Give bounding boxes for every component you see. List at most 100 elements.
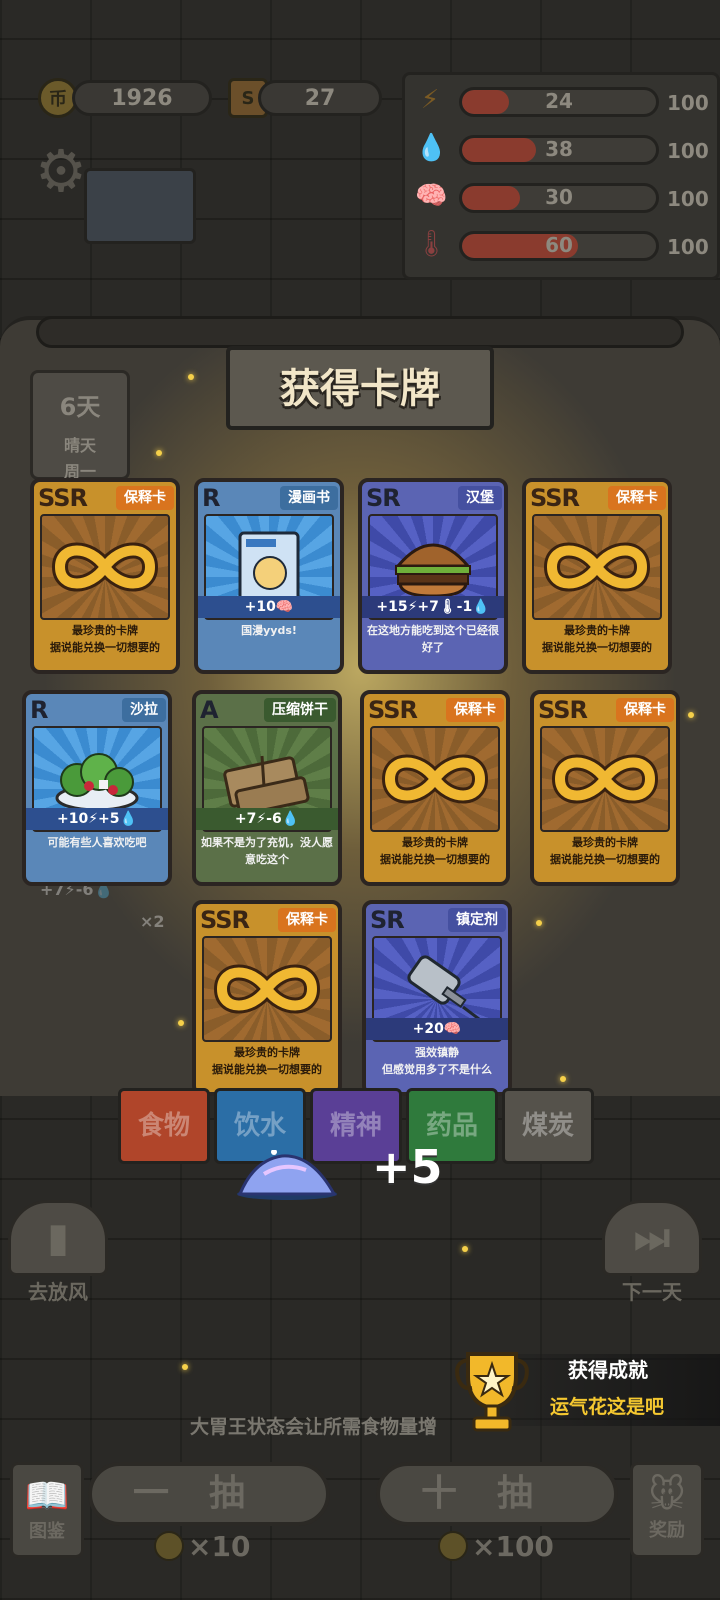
go-out-button[interactable]: ▮ 去放风: [8, 1200, 108, 1304]
tab-coal[interactable]: 煤炭: [502, 1088, 594, 1164]
card-rarity: SSR: [368, 696, 418, 724]
temperature-max: 100: [667, 235, 709, 259]
book-icon: 📖: [24, 1476, 70, 1517]
card-name-tag: 保释卡: [608, 486, 666, 510]
stat-row-energy: ⚡ 24 100: [415, 81, 715, 121]
card-rarity: SSR: [530, 484, 580, 512]
reward-card[interactable]: SSR 保释卡最珍贵的卡牌 据说能兑换一切想要的: [530, 690, 680, 886]
coin-icon: [438, 1531, 468, 1561]
card-description: 最珍贵的卡牌 据说能兑换一切想要的: [50, 624, 160, 654]
infinity-icon: [532, 514, 662, 620]
settings-gear-icon[interactable]: ⚙: [30, 140, 92, 202]
card-description: 最珍贵的卡牌 据说能兑换一切想要的: [380, 836, 490, 866]
day-count: 6天: [59, 393, 101, 421]
card-name-tag: 保释卡: [616, 698, 674, 722]
water-value: 38: [545, 137, 573, 161]
hint-text: 大胃王状态会让所需食物量增: [190, 1416, 438, 1438]
card-effect: +15⚡+7🌡-1💧: [362, 596, 504, 618]
sparkle: [178, 1020, 184, 1026]
card-effect: +20🧠: [366, 1018, 508, 1040]
achievement-name: 运气花这是吧: [550, 1396, 665, 1418]
infinity-icon: [40, 514, 170, 620]
card-name-tag: 保释卡: [116, 486, 174, 510]
card-description: 在这地方能吃到这个已经很好了: [367, 624, 499, 654]
left-multiplier: ×2: [140, 912, 165, 931]
card-rarity: SR: [366, 484, 401, 512]
codex-label: 图鉴: [29, 1521, 65, 1542]
sparkle: [182, 1364, 188, 1370]
card-description: 最珍贵的卡牌 据说能兑换一切想要的: [212, 1046, 322, 1076]
card-effect: +10🧠: [198, 596, 340, 618]
sparkle: [462, 1246, 468, 1252]
reward-card[interactable]: SSR 保释卡最珍贵的卡牌 据说能兑换一切想要的: [522, 478, 672, 674]
reward-card[interactable]: SR 汉堡 +15⚡+7🌡-1💧 在这地方能吃到这个已经很好了: [358, 478, 508, 674]
panel-title: 获得卡牌: [280, 365, 440, 412]
door-icon: ▮: [8, 1200, 108, 1276]
coin-icon: [154, 1531, 184, 1561]
reward-card[interactable]: SR 镇定剂 +20🧠 强效镇静 但感觉用多了不是什么: [362, 900, 512, 1096]
achievement-title: 获得成就: [568, 1358, 648, 1382]
card-description: 强效镇静 但感觉用多了不是什么: [382, 1046, 492, 1076]
single-draw-button[interactable]: 一抽: [88, 1462, 330, 1526]
mind-max: 100: [667, 187, 709, 211]
mouse-icon: 🐭: [648, 1475, 686, 1516]
tab-food[interactable]: 食物: [118, 1088, 210, 1164]
card-name-tag: 沙拉: [122, 698, 166, 722]
brain-icon: 🧠: [415, 181, 448, 211]
ten-draw-button[interactable]: 十抽: [376, 1462, 618, 1526]
reward-amount: +5: [372, 1140, 443, 1194]
card-effect: +7⚡-6💧: [196, 808, 338, 830]
reward-card[interactable]: SSR 保释卡最珍贵的卡牌 据说能兑换一切想要的: [360, 690, 510, 886]
reward-card[interactable]: SSR 保释卡最珍贵的卡牌 据说能兑换一切想要的: [192, 900, 342, 1096]
reward-card[interactable]: R 沙拉 +10⚡+5💧 可能有些人喜欢吃吧: [22, 690, 172, 886]
card-description: 如果不是为了充饥，没人愿意吃这个: [201, 836, 333, 866]
next-day-button[interactable]: ⏭ 下一天: [602, 1200, 702, 1304]
infinity-icon: [370, 726, 500, 832]
ten-draw-cost: ×100: [438, 1528, 554, 1564]
crystal-pile-icon: [237, 1150, 337, 1200]
card-name-tag: 汉堡: [458, 486, 502, 510]
card-rarity: SSR: [38, 484, 88, 512]
codex-button[interactable]: 📖 图鉴: [10, 1462, 84, 1558]
prisoner-avatar[interactable]: [84, 168, 196, 244]
reward-card[interactable]: SSR 保释卡最珍贵的卡牌 据说能兑换一切想要的: [30, 478, 180, 674]
reward-card[interactable]: A 压缩饼干 +7⚡-6💧 如果不是为了充饥，没人愿意吃这个: [192, 690, 342, 886]
card-rarity: SSR: [538, 696, 588, 724]
card-description: 可能有些人喜欢吃吧: [47, 836, 147, 849]
card-rarity: SR: [370, 906, 405, 934]
card-name-tag: 保释卡: [278, 908, 336, 932]
day-card: 6天 晴天 周一: [30, 370, 130, 481]
single-draw-cost-value: ×10: [188, 1529, 251, 1563]
sparkle: [156, 450, 162, 456]
card-rarity: SSR: [200, 906, 250, 934]
reward-card[interactable]: R 漫画书 +10🧠 国漫yyds!: [194, 478, 344, 674]
card-rarity: R: [30, 696, 49, 724]
card-description: 最珍贵的卡牌 据说能兑换一切想要的: [542, 624, 652, 654]
temperature-value: 60: [545, 233, 573, 257]
skip-forward-icon: ⏭: [602, 1200, 702, 1276]
card-name-tag: 镇定剂: [448, 908, 506, 932]
single-draw-cost: ×10: [154, 1528, 250, 1564]
water-drop-icon: 💧: [415, 133, 448, 163]
coin-counter: 1926: [72, 80, 212, 116]
sparkle: [688, 712, 694, 718]
infinity-icon: [540, 726, 670, 832]
water-max: 100: [667, 139, 709, 163]
card-effect: +10⚡+5💧: [26, 808, 168, 830]
ten-draw-cost-value: ×100: [472, 1529, 554, 1563]
rewards-button[interactable]: 🐭 奖励: [630, 1462, 704, 1558]
mind-value: 30: [545, 185, 573, 209]
card-description: 最珍贵的卡牌 据说能兑换一切想要的: [550, 836, 660, 866]
card-rarity: R: [202, 484, 221, 512]
rewards-label: 奖励: [649, 1520, 685, 1541]
category-tabs: 食物 饮水 精神 药品 煤炭: [0, 1088, 720, 1168]
stats-panel: ⚡ 24 100 💧 38 100 🧠 30 100 🌡 60 100: [402, 72, 720, 280]
energy-max: 100: [667, 91, 709, 115]
card-name-tag: 保释卡: [446, 698, 504, 722]
card-name-tag: 漫画书: [280, 486, 338, 510]
card-name-tag: 压缩饼干: [264, 698, 336, 722]
sparkle: [560, 1076, 566, 1082]
thermometer-icon: 🌡: [415, 229, 449, 259]
stat-row-mind: 🧠 30 100: [415, 177, 715, 217]
next-day-label: 下一天: [622, 1280, 682, 1304]
